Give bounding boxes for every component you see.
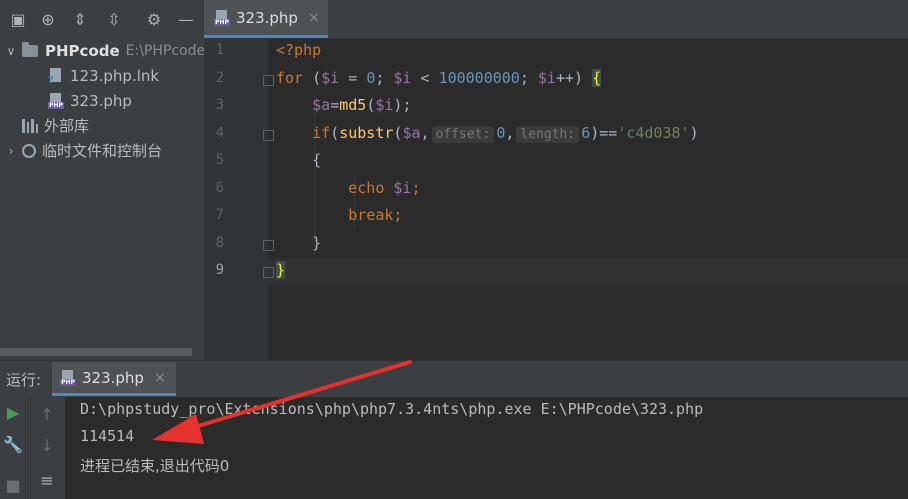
fold-marker-icon[interactable]: [263, 240, 274, 251]
tree-root-phpcode[interactable]: ∨ PHPcode E:\PHPcode: [4, 38, 205, 63]
crosshair-icon[interactable]: ⊕: [38, 9, 58, 29]
output-exit-message: 进程已结束,退出代码0: [80, 457, 230, 475]
run-icon[interactable]: ▶: [3, 402, 23, 422]
arrow-down-icon[interactable]: ↓: [37, 435, 57, 455]
root-path: E:\PHPcode: [125, 42, 206, 59]
run-tab-323-php[interactable]: PHP 323.php ×: [52, 362, 176, 396]
line-number: 4: [215, 125, 224, 141]
minimize-icon[interactable]: —: [176, 9, 196, 29]
panel-icon[interactable]: ▣: [8, 9, 28, 29]
collapse-all-icon[interactable]: ⇳: [104, 9, 124, 29]
code-line-2: for ($i = 0; $i < 100000000; $i++) {: [276, 69, 602, 87]
tree-item-123-php-lnk[interactable]: ? 123.php.lnk: [48, 63, 159, 88]
line-number: 7: [215, 207, 224, 223]
stop-icon[interactable]: ■: [3, 475, 23, 495]
code-line-5: {: [276, 151, 322, 169]
close-icon[interactable]: ×: [154, 370, 166, 386]
code-line-9: }: [276, 261, 286, 279]
line-number: 9: [215, 262, 224, 278]
project-toolbar: ▣ ⊕ ⇕ ⇳ ⚙ —: [0, 0, 204, 38]
unknown-file-icon: ?: [48, 67, 64, 86]
gear-icon[interactable]: ⚙: [144, 9, 164, 29]
chevron-right-icon[interactable]: ›: [4, 144, 18, 158]
line-number: 3: [215, 97, 224, 113]
output-result: 114514: [80, 427, 135, 445]
line-number: 5: [215, 152, 224, 168]
file-label: 323.php: [70, 91, 132, 110]
tab-label: 323.php: [236, 8, 298, 27]
close-icon[interactable]: ×: [308, 10, 320, 26]
line-number: 6: [215, 180, 224, 196]
chevron-down-icon[interactable]: ∨: [4, 44, 18, 58]
scratch-icon: [22, 143, 36, 158]
line-number: 1: [215, 42, 224, 58]
arrow-up-icon[interactable]: ↑: [37, 404, 57, 424]
code-line-7: break;: [348, 206, 403, 224]
tab-323-php[interactable]: PHP 323.php ×: [204, 0, 328, 38]
external-libs-label: 外部库: [44, 117, 90, 135]
param-hint-length: length:: [516, 126, 580, 143]
indent-guide: [314, 95, 315, 255]
root-name: PHPcode: [45, 41, 120, 60]
code-line-4: if(substr($a, offset: 0, length: 6)=='c4d038…: [312, 124, 699, 143]
line-number: 2: [215, 70, 224, 86]
wrench-icon[interactable]: 🔧: [3, 434, 23, 454]
code-line-8: }: [276, 234, 322, 252]
library-icon: [22, 118, 38, 133]
fold-marker-icon[interactable]: [263, 130, 274, 141]
code-line-6: echo $i;: [348, 179, 421, 197]
fold-marker-icon[interactable]: [263, 267, 274, 278]
soft-wrap-icon[interactable]: ≡: [37, 470, 57, 490]
php-file-icon: PHP: [48, 92, 64, 109]
php-file-icon: PHP: [214, 9, 230, 26]
param-hint-offset: offset:: [431, 126, 495, 143]
expand-all-icon[interactable]: ⇕: [70, 9, 90, 29]
scratches-label: 临时文件和控制台: [42, 142, 163, 160]
tree-item-323-php[interactable]: PHP 323.php: [48, 88, 132, 113]
fold-marker-icon[interactable]: [263, 75, 274, 86]
run-title: 运行:: [6, 371, 42, 389]
folder-icon: [22, 41, 38, 57]
tree-item-scratches[interactable]: › 临时文件和控制台: [4, 138, 162, 163]
line-number: 8: [215, 235, 224, 251]
code-line-3: $a=md5($i);: [312, 96, 412, 114]
php-file-icon: PHP: [60, 369, 76, 386]
tree-item-external-libs[interactable]: 外部库: [22, 113, 89, 138]
editor-gutter: [204, 38, 268, 360]
output-command-line: D:\phpstudy_pro\Extensions\php\php7.3.4n…: [80, 400, 704, 418]
file-label: 123.php.lnk: [70, 66, 160, 85]
code-line-1: <?php: [276, 41, 322, 59]
current-line-highlight: [268, 258, 908, 285]
run-tab-label: 323.php: [82, 368, 144, 387]
horizontal-scrollbar[interactable]: [0, 348, 192, 356]
